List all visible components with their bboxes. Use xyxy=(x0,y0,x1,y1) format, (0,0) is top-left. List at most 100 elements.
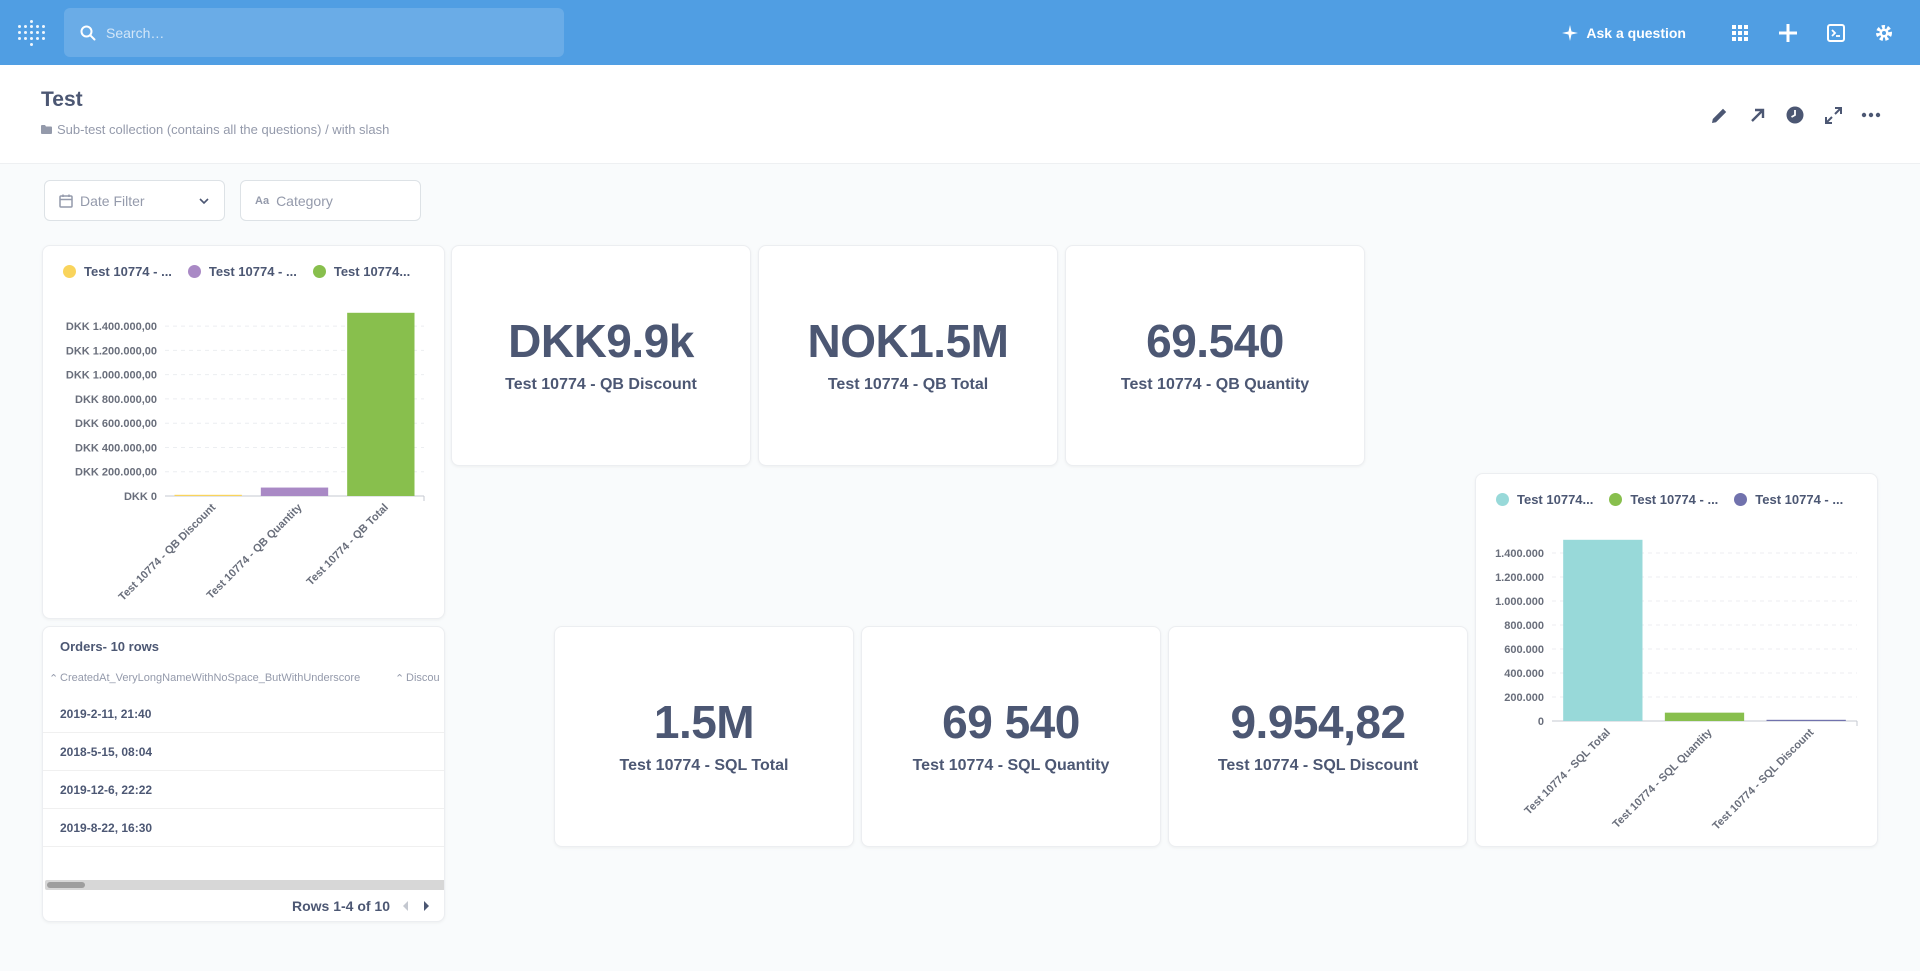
folder-icon xyxy=(41,125,52,134)
text-type-icon: Aa xyxy=(255,194,270,207)
scalar-title[interactable]: Test 10774 - QB Total xyxy=(828,376,988,394)
create-new-button[interactable] xyxy=(1764,0,1812,65)
scalar-card-sql-quantity[interactable]: 69 540 Test 10774 - SQL Quantity xyxy=(861,626,1161,847)
scalar-card-qb-discount[interactable]: DKK9.9k Test 10774 - QB Discount xyxy=(451,245,751,466)
qb-bar-chart: DKK 0 DKK 200.000,00 DKK 400.000,00 DKK 600… xyxy=(66,312,425,603)
ask-question-label: Ask a question xyxy=(1586,24,1686,41)
y-tick-label: DKK 400.000,00 xyxy=(75,442,157,454)
bar[interactable] xyxy=(174,494,242,496)
scrollbar-thumb[interactable] xyxy=(47,882,85,888)
metabase-logo-icon[interactable] xyxy=(18,20,46,46)
qb-bar-chart-card: Test 10774 - ... Test 10774 - ... Test 107… xyxy=(42,245,445,619)
y-tick-label: DKK 800.000,00 xyxy=(75,394,157,406)
grid-icon xyxy=(1732,24,1748,41)
browse-data-button[interactable] xyxy=(1716,0,1764,65)
column-header-createdat[interactable]: CreatedAt_VeryLongNameWithNoSpace_ButWit… xyxy=(60,672,360,684)
bar[interactable] xyxy=(347,312,415,496)
scalar-value: 1.5M xyxy=(653,695,755,748)
scalar-title[interactable]: Test 10774 - SQL Discount xyxy=(1218,757,1418,775)
sort-icon: ⌃ xyxy=(395,673,405,685)
edit-dashboard-button[interactable] xyxy=(1700,100,1738,130)
table-header: ⌃ CreatedAt_VeryLongNameWithNoSpace_ButW… xyxy=(43,667,444,691)
y-tick-label: DKK 1.400.000,00 xyxy=(66,321,157,333)
date-filter[interactable]: Date Filter xyxy=(44,180,225,221)
dashboard-header: Test Sub-test collection (contains all t… xyxy=(0,65,1920,164)
table-cell: 2019-8-22, 16:30 xyxy=(60,821,153,835)
horizontal-scrollbar[interactable] xyxy=(45,880,444,890)
table-cell: 2019-12-6, 22:22 xyxy=(60,783,153,797)
table-row[interactable]: 2019-8-22, 16:30 xyxy=(43,809,444,847)
more-options-button[interactable] xyxy=(1852,100,1890,130)
table-row[interactable]: 2018-5-15, 08:04 xyxy=(43,733,444,771)
table-title[interactable]: Orders- 10 rows xyxy=(60,639,159,654)
arrow-up-right-icon xyxy=(1750,108,1764,122)
calendar-icon xyxy=(59,194,73,208)
table-cell: 2018-5-15, 08:04 xyxy=(60,745,153,759)
bar[interactable] xyxy=(260,487,329,496)
y-tick-label: DKK 0 xyxy=(124,491,157,503)
sql-bar-chart-card: Test 10774... Test 10774 - ... Test 10774 … xyxy=(1475,473,1878,847)
search-input[interactable] xyxy=(106,24,526,41)
y-tick-label: DKK 200.000,00 xyxy=(75,467,157,479)
bar[interactable] xyxy=(1766,719,1846,721)
bar[interactable] xyxy=(1563,539,1643,721)
scalar-value: NOK1.5M xyxy=(807,314,1009,367)
table-cell: 2019-2-11, 21:40 xyxy=(60,707,152,721)
search-bar[interactable] xyxy=(64,8,564,57)
x-tick-label: Test 10774 - QB Total xyxy=(305,502,391,588)
scalar-value: 69.540 xyxy=(1146,314,1284,367)
fullscreen-button[interactable] xyxy=(1814,100,1852,130)
x-tick-label: Test 10774 - SQL Discount xyxy=(1710,726,1816,832)
date-filter-label: Date Filter xyxy=(80,192,145,209)
x-tick-label: Test 10774 - SQL Quantity xyxy=(1610,726,1715,831)
x-tick-label: Test 10774 - SQL Total xyxy=(1522,727,1613,818)
y-tick-label: 400.000 xyxy=(1504,668,1544,680)
scalar-value: 9.954,82 xyxy=(1230,695,1406,748)
sql-editor-button[interactable] xyxy=(1812,0,1860,65)
ellipsis-icon xyxy=(1861,112,1881,118)
bar[interactable] xyxy=(1664,712,1745,721)
scalar-title[interactable]: Test 10774 - SQL Total xyxy=(620,757,789,775)
table-row[interactable]: 2019-2-11, 21:40 xyxy=(43,695,444,733)
y-tick-label: 1.200.000 xyxy=(1495,572,1544,584)
chevron-down-icon xyxy=(199,198,209,205)
pagination-label: Rows 1-4 of 10 xyxy=(291,898,390,914)
y-tick-label: 1.000.000 xyxy=(1495,596,1544,608)
plus-icon xyxy=(1779,23,1797,42)
terminal-icon xyxy=(1827,23,1845,42)
scalar-value: 69 540 xyxy=(942,695,1080,748)
y-tick-label: 600.000 xyxy=(1504,644,1544,656)
settings-button[interactable] xyxy=(1860,0,1908,65)
category-filter[interactable]: Aa Category xyxy=(240,180,421,221)
scalar-title[interactable]: Test 10774 - SQL Quantity xyxy=(913,757,1110,775)
page-title: Test xyxy=(41,88,83,111)
y-tick-label: 200.000 xyxy=(1504,692,1544,704)
scalar-card-sql-total[interactable]: 1.5M Test 10774 - SQL Total xyxy=(554,626,854,847)
sql-bar-chart: 0 200.000 400.000 600.000 800.000 1.000.000 1.… xyxy=(1495,539,1858,833)
scalar-title[interactable]: Test 10774 - QB Discount xyxy=(505,376,697,394)
scalar-title[interactable]: Test 10774 - QB Quantity xyxy=(1121,376,1309,394)
breadcrumb[interactable]: Sub-test collection (contains all the qu… xyxy=(41,122,389,137)
y-tick-label: 800.000 xyxy=(1504,620,1544,632)
scalar-card-sql-discount[interactable]: 9.954,82 Test 10774 - SQL Discount xyxy=(1168,626,1468,847)
pencil-icon xyxy=(1711,108,1726,123)
y-tick-label: DKK 600.000,00 xyxy=(75,418,157,430)
y-tick-label: DKK 1.000.000,00 xyxy=(66,370,157,382)
ask-question-button[interactable]: Ask a question xyxy=(1562,24,1686,41)
scalar-card-qb-quantity[interactable]: 69.540 Test 10774 - QB Quantity xyxy=(1065,245,1365,466)
search-icon xyxy=(80,25,96,40)
table-row[interactable]: 2019-12-6, 22:22 xyxy=(43,771,444,809)
clock-icon xyxy=(1786,106,1804,124)
category-filter-label: Category xyxy=(276,192,333,209)
x-tick-label: Test 10774 - QB Quantity xyxy=(205,501,306,602)
history-button[interactable] xyxy=(1776,100,1814,130)
x-tick-label: Test 10774 - QB Discount xyxy=(117,501,219,603)
next-page-icon[interactable] xyxy=(422,901,430,911)
y-tick-label: DKK 1.200.000,00 xyxy=(66,345,157,357)
prev-page-icon[interactable] xyxy=(402,901,410,911)
y-tick-label: 1.400.000 xyxy=(1495,548,1544,560)
share-button[interactable] xyxy=(1738,100,1776,130)
scalar-card-qb-total[interactable]: NOK1.5M Test 10774 - QB Total xyxy=(758,245,1058,466)
column-header-discount[interactable]: Discou xyxy=(406,672,440,684)
scalar-value: DKK9.9k xyxy=(508,314,694,367)
